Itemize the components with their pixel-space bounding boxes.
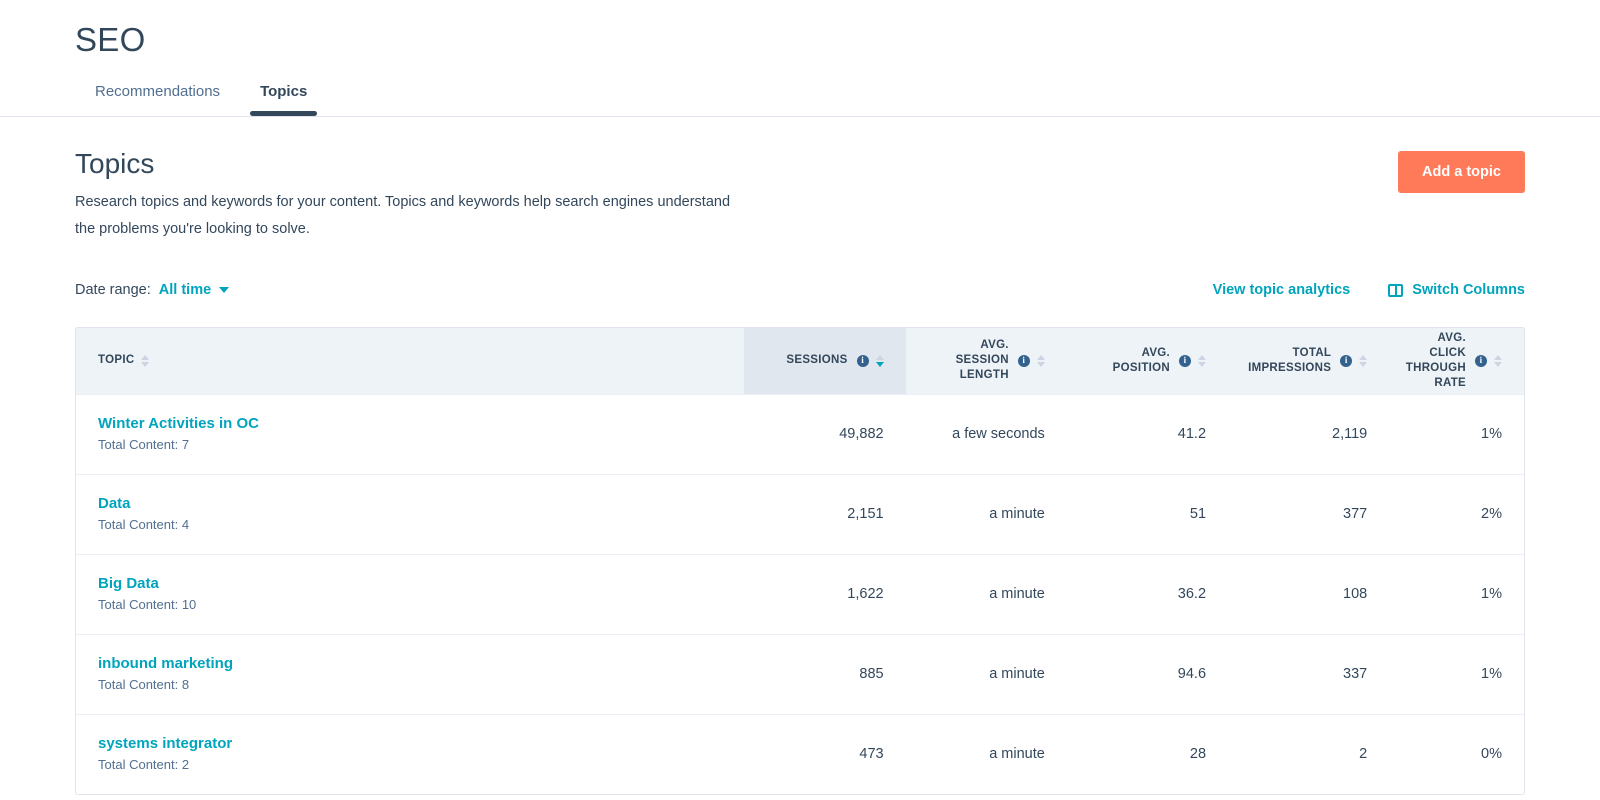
cell-total-impressions: 337 [1228, 633, 1390, 714]
add-topic-button[interactable]: Add a topic [1398, 151, 1525, 193]
page-description: Research topics and keywords for your co… [75, 194, 731, 237]
topic-total-content: Total Content: 8 [98, 677, 190, 692]
date-range-value[interactable]: All time [159, 282, 211, 298]
cell-sessions: 49,882 [744, 393, 906, 474]
table-row[interactable]: inbound marketing Total Content: 8 885 a mi… [76, 633, 1524, 714]
cell-avg-session-length: a minute [905, 553, 1067, 634]
table-body: Winter Activities in OC Total Content: 7 4… [76, 393, 1524, 794]
cell-sessions: 473 [744, 713, 906, 794]
page-header: SEO Recommendations Topics [0, 0, 1600, 117]
cell-topic: Winter Activities in OC Total Content: 7 [76, 393, 745, 474]
tab-recommendations[interactable]: Recommendations [75, 82, 240, 116]
topic-link[interactable]: Winter Activities in OC [98, 414, 722, 434]
topic-link[interactable]: systems integrator [98, 734, 722, 754]
table-row[interactable]: Data Total Content: 4 2,151 a minute 51 377 2% [76, 473, 1524, 554]
column-header-sessions[interactable]: SESSIONS i [744, 328, 906, 394]
topic-total-content: Total Content: 10 [98, 597, 197, 612]
column-header-avg-ctr[interactable]: AVG. CLICK THROUGH RATE i [1389, 328, 1524, 394]
chevron-down-icon[interactable] [219, 287, 230, 293]
info-icon-sessions[interactable]: i [856, 354, 869, 367]
topic-link[interactable]: Big Data [98, 574, 722, 594]
column-label-avg-session-length: AVG. SESSION LENGTH [955, 339, 1009, 382]
column-label-topic: TOPIC [98, 354, 135, 367]
tab-bar: Recommendations Topics [0, 70, 1600, 116]
tab-topics[interactable]: Topics [240, 82, 327, 116]
info-icon-avg-session-length[interactable]: i [1017, 354, 1030, 367]
section-header: Topics Research topics and keywords for … [75, 117, 1525, 243]
table-header: TOPIC SESSIONS i AVG. SESSION LENGTH i A… [76, 328, 1524, 394]
cell-topic: systems integrator Total Content: 2 [76, 713, 745, 794]
cell-avg-ctr: 0% [1389, 713, 1524, 794]
sort-icon-topic[interactable] [141, 354, 150, 367]
cell-avg-position: 28 [1066, 713, 1229, 794]
cell-total-impressions: 108 [1228, 553, 1390, 634]
view-topic-analytics-link[interactable]: View topic analytics [1213, 282, 1351, 298]
table-header-row: TOPIC SESSIONS i AVG. SESSION LENGTH i A… [76, 328, 1524, 394]
column-label-sessions: SESSIONS [786, 354, 848, 367]
page-title: Topics [75, 148, 155, 179]
filter-bar: Date range: All time View topic analytic… [75, 275, 1525, 305]
cell-avg-session-length: a few seconds [905, 393, 1067, 474]
cell-topic: Data Total Content: 4 [76, 473, 745, 554]
info-icon-total-impressions[interactable]: i [1340, 354, 1353, 367]
cell-sessions: 2,151 [744, 473, 906, 554]
cell-total-impressions: 377 [1228, 473, 1390, 554]
column-label-avg-position: AVG. POSITION [1112, 346, 1171, 374]
cell-avg-ctr: 2% [1389, 473, 1524, 554]
date-range-label: Date range: [75, 282, 151, 298]
sort-icon-total-impressions[interactable] [1359, 354, 1368, 367]
info-icon-avg-position[interactable]: i [1179, 354, 1192, 367]
column-header-avg-session-length[interactable]: AVG. SESSION LENGTH i [905, 328, 1067, 394]
topic-total-content: Total Content: 4 [98, 517, 190, 532]
cell-total-impressions: 2 [1228, 713, 1390, 794]
cell-avg-position: 51 [1066, 473, 1229, 554]
cell-avg-session-length: a minute [905, 473, 1067, 554]
topic-total-content: Total Content: 2 [98, 757, 190, 773]
topic-link[interactable]: Data [98, 494, 722, 514]
app-title: SEO [75, 21, 146, 58]
switch-columns-button[interactable]: Switch Columns [1388, 282, 1525, 298]
topic-link[interactable]: inbound marketing [98, 654, 722, 674]
cell-avg-session-length: a minute [905, 633, 1067, 714]
table-actions: View topic analytics Switch Columns [1213, 282, 1525, 298]
date-range-filter[interactable]: Date range: All time [75, 282, 230, 298]
cell-total-impressions: 2,119 [1228, 393, 1390, 474]
topics-table: TOPIC SESSIONS i AVG. SESSION LENGTH i A… [76, 328, 1524, 794]
cell-avg-position: 41.2 [1066, 393, 1229, 474]
cell-avg-session-length: a minute [905, 713, 1067, 794]
column-header-avg-position[interactable]: AVG. POSITION i [1066, 328, 1229, 394]
table-row[interactable]: Big Data Total Content: 10 1,622 a minute 36… [76, 553, 1524, 634]
cell-avg-ctr: 1% [1389, 633, 1524, 714]
cell-topic: Big Data Total Content: 10 [76, 553, 745, 634]
sort-icon-avg-session-length[interactable] [1036, 354, 1045, 367]
topics-table-container: TOPIC SESSIONS i AVG. SESSION LENGTH i A… [75, 327, 1525, 795]
section-header-text: Topics Research topics and keywords for … [75, 145, 735, 243]
table-row[interactable]: systems integrator Total Content: 2 473 a m… [76, 713, 1524, 794]
column-label-avg-ctr: AVG. CLICK THROUGH RATE [1405, 331, 1467, 389]
column-label-total-impressions: TOTAL IMPRESSIONS [1248, 346, 1332, 374]
sort-icon-avg-ctr[interactable] [1494, 354, 1502, 367]
column-header-topic[interactable]: TOPIC [76, 328, 745, 394]
switch-columns-label: Switch Columns [1412, 282, 1525, 298]
info-icon-avg-ctr[interactable]: i [1475, 354, 1487, 367]
column-header-total-impressions[interactable]: TOTAL IMPRESSIONS i [1228, 328, 1390, 394]
cell-avg-ctr: 1% [1389, 553, 1524, 634]
sort-icon-sessions[interactable] [875, 354, 884, 367]
cell-avg-position: 36.2 [1066, 553, 1229, 634]
topic-total-content: Total Content: 7 [98, 437, 190, 452]
columns-icon [1388, 283, 1404, 297]
table-row[interactable]: Winter Activities in OC Total Content: 7 4… [76, 393, 1524, 474]
cell-sessions: 1,622 [744, 553, 906, 634]
cell-sessions: 885 [744, 633, 906, 714]
cell-avg-position: 94.6 [1066, 633, 1229, 714]
cell-topic: inbound marketing Total Content: 8 [76, 633, 745, 714]
main-content: Topics Research topics and keywords for … [0, 117, 1600, 795]
cell-avg-ctr: 1% [1389, 393, 1524, 474]
sort-icon-avg-position[interactable] [1198, 354, 1207, 367]
